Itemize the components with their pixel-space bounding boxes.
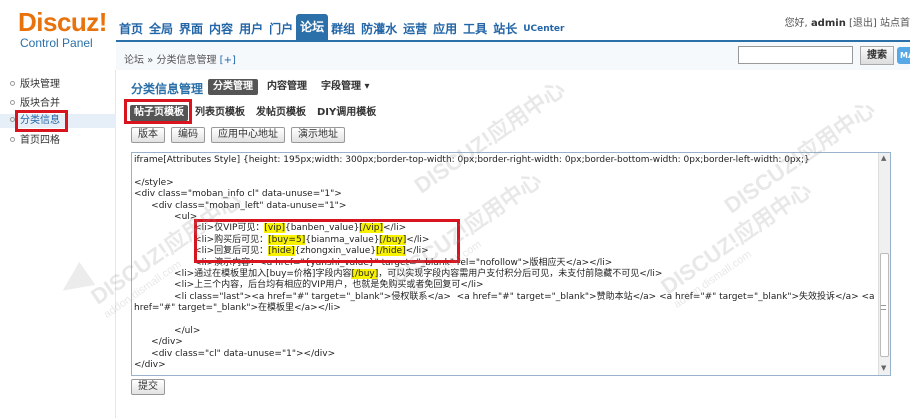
- scroll-down-icon[interactable]: ▼: [881, 364, 886, 372]
- add-shortcut-link[interactable]: [+]: [220, 55, 236, 66]
- logo-text: Discuz!: [18, 7, 107, 37]
- greeting: 您好,: [784, 18, 808, 29]
- sub-bar: 论坛 » 分类信息管理 [+] 搜索 MA: [116, 40, 910, 70]
- insert-button-row: 版本 编码 应用中心地址 演示地址: [131, 127, 345, 143]
- breadcrumb: 论坛 » 分类信息管理 [+]: [124, 51, 236, 66]
- sidebar-item-label: 版块合并: [20, 98, 60, 109]
- nav-item-8[interactable]: 防灌水: [358, 18, 400, 40]
- code-line: <li>上三个内容，后台均有相应的VIP用户，也就是免购买或者免回复可</li>: [134, 280, 484, 291]
- sidebar-item-grid[interactable]: 首页四格: [10, 134, 60, 148]
- submit-button[interactable]: 提交: [131, 379, 165, 395]
- logout-link[interactable]: [退出]: [849, 18, 877, 29]
- editor-scrollbar[interactable]: ▲ ▼: [878, 153, 890, 375]
- nav-item-5[interactable]: 门户: [266, 18, 296, 40]
- logo[interactable]: Discuz! Control Panel: [18, 8, 107, 50]
- demo-url-button[interactable]: 演示地址: [291, 127, 345, 143]
- code-line: <div class="moban_info cl" data-unuse="1…: [134, 189, 342, 200]
- highlight-box-code: [194, 219, 460, 263]
- nav-item-9[interactable]: 运营: [400, 18, 430, 40]
- nav-item-4[interactable]: 用户: [236, 18, 266, 40]
- nav-item-10[interactable]: 应用: [430, 18, 460, 40]
- tab-diy-template[interactable]: DIY调用模板: [313, 105, 380, 121]
- nav-item-2[interactable]: 界面: [176, 18, 206, 40]
- main-tabs: 分类管理 内容管理 字段管理 ▾: [208, 79, 375, 95]
- logo-subtitle: Control Panel: [20, 36, 93, 50]
- nav-item-1[interactable]: 全局: [146, 18, 176, 40]
- bullet-icon: [10, 137, 15, 142]
- nav-item-6[interactable]: 论坛: [296, 14, 329, 40]
- tab-field-manage[interactable]: 字段管理 ▾: [316, 79, 375, 95]
- nav-item-13[interactable]: UCenter: [520, 18, 567, 40]
- search-input[interactable]: [738, 46, 853, 64]
- username[interactable]: admin: [811, 18, 846, 29]
- template-editor[interactable]: iframe[Attributes Style] {height: 195px;…: [131, 152, 891, 376]
- code-line: </div>: [134, 337, 183, 348]
- site-home-link[interactable]: 站点首: [880, 18, 910, 29]
- tab-category-manage[interactable]: 分类管理: [208, 79, 258, 95]
- bullet-icon: [10, 81, 15, 86]
- top-nav: 首页 全局 界面 内容 用户 门户 论坛 群组 防灌水 运营 应用 工具 站长 UCenter: [116, 14, 567, 40]
- code-line: </style>: [134, 177, 174, 188]
- highlight-box-sidebar: [15, 110, 68, 132]
- nav-item-7[interactable]: 群组: [328, 18, 358, 40]
- nav-item-3[interactable]: 内容: [206, 18, 236, 40]
- tab-post-template[interactable]: 发帖页模板: [252, 105, 310, 121]
- nav-item-11[interactable]: 工具: [460, 18, 490, 40]
- code-line: href="#" target="_blank">在模板里</a></li>: [134, 303, 341, 314]
- template-code[interactable]: iframe[Attributes Style] {height: 195px;…: [134, 155, 875, 371]
- code-line: </ul>: [134, 325, 201, 336]
- scroll-up-icon[interactable]: ▲: [881, 154, 886, 162]
- user-bar: 您好, admin [退出] 站点首: [785, 14, 910, 29]
- code-line: <li class="last"><a href="#" target="_bl…: [134, 291, 875, 302]
- bullet-icon: [10, 100, 15, 105]
- search-button[interactable]: 搜索: [860, 46, 894, 65]
- app-center-url-button[interactable]: 应用中心地址: [211, 127, 285, 143]
- sidebar-item-label: 版块管理: [20, 79, 60, 90]
- map-button[interactable]: MA: [897, 47, 910, 64]
- page-title: 分类信息管理: [131, 82, 204, 96]
- tab-content-manage[interactable]: 内容管理: [262, 79, 312, 95]
- code-line: <div class="moban_left" data-unuse="1">: [134, 200, 347, 211]
- code-line: </div>: [134, 360, 166, 371]
- code-button[interactable]: 编码: [171, 127, 205, 143]
- code-line: iframe[Attributes Style] {height: 195px;…: [134, 155, 810, 165]
- code-line: <div class="cl" data-unuse="1"></div>: [134, 348, 336, 359]
- tab-list-template[interactable]: 列表页模板: [191, 105, 249, 121]
- scroll-grip-icon: [881, 305, 886, 310]
- nav-item-12[interactable]: 站长: [490, 18, 520, 40]
- nav-item-0[interactable]: 首页: [116, 18, 146, 40]
- version-button[interactable]: 版本: [131, 127, 165, 143]
- code-line: <li>通过在模板里加入[buy=价格]字段内容[/buy]，可以实现字段内容需…: [134, 268, 663, 279]
- breadcrumb-path: 论坛 » 分类信息管理: [124, 55, 217, 66]
- highlight-box-template-tab: [124, 99, 192, 124]
- sidebar-item-forum-manage[interactable]: 版块管理: [10, 78, 60, 92]
- sidebar-item-forum-merge[interactable]: 版块合并: [10, 97, 60, 111]
- sidebar-item-label: 首页四格: [20, 135, 60, 146]
